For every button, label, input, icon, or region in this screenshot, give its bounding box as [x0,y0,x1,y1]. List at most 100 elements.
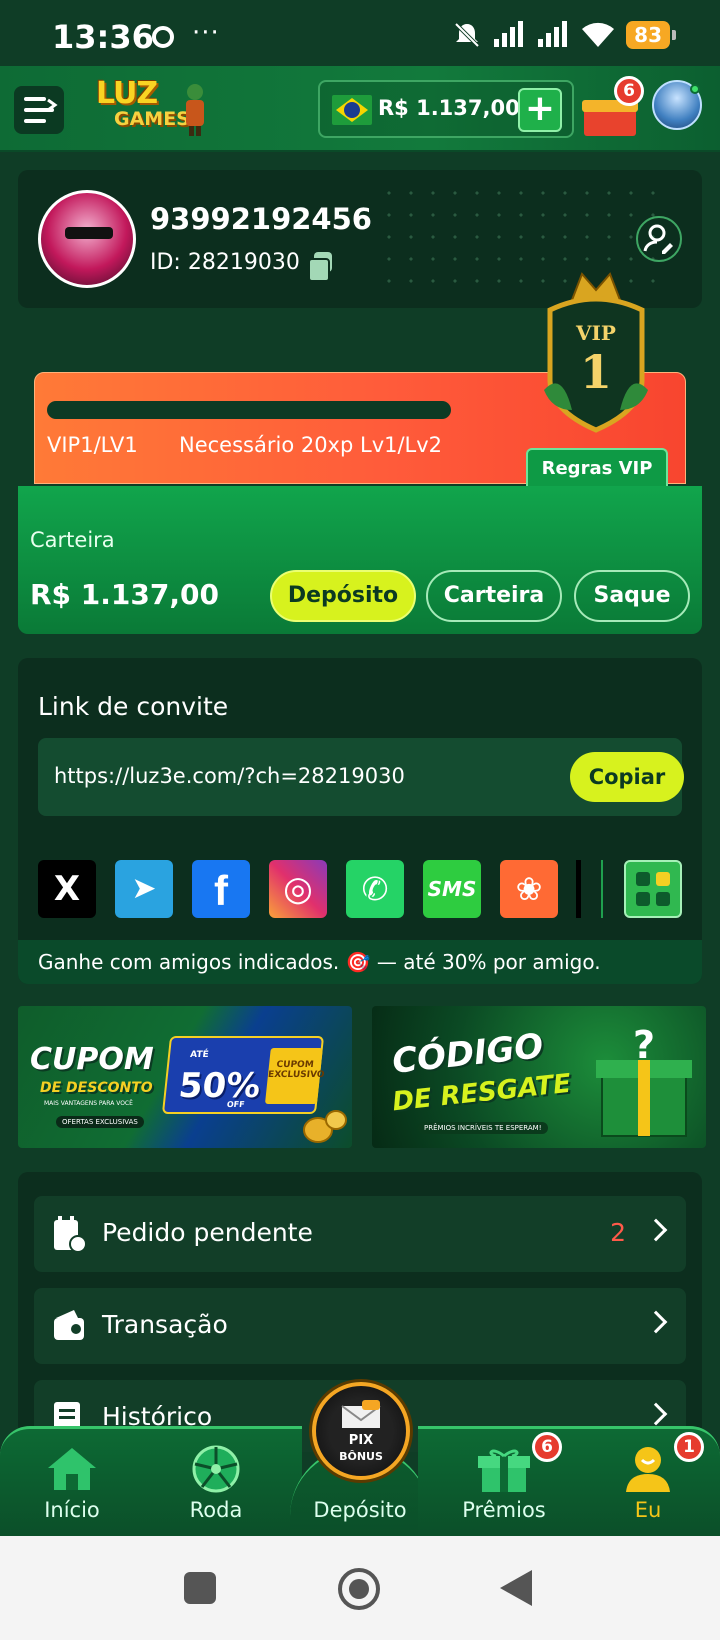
share-row: X ➤ f ◎ ✆ SMS ❀ [38,860,682,918]
coupon-banner[interactable]: CUPOM DE DESCONTO MAIS VANTAGENS PARA VO… [18,1006,352,1148]
chevron-right-icon [644,1218,668,1242]
deposit-button[interactable]: Depósito [270,570,416,622]
copy-link-button[interactable]: Copiar [570,752,684,802]
wifi-icon [582,22,615,47]
vip-progress-bar [47,401,451,419]
profile-username: 93992192456 [150,202,372,236]
coupon-banner-title: CUPOM [30,1042,154,1077]
pending-order-icon [54,1216,86,1252]
hamburger-icon [24,97,58,123]
add-funds-button[interactable]: + [518,88,562,132]
me-badge: 1 [674,1432,704,1462]
coupon-banner-offers: OFERTAS EXCLUSIVAS [56,1116,144,1128]
whatsapp-share-icon[interactable]: ✆ [346,860,404,918]
instagram-share-icon[interactable]: ◎ [269,860,327,918]
profile-avatar[interactable] [38,190,136,288]
back-button[interactable] [500,1570,532,1606]
logo-character-icon [186,84,204,136]
home-button[interactable] [338,1568,380,1610]
envelope-icon [341,1400,381,1428]
nav-me-label: Eu [634,1498,662,1522]
copy-id-icon[interactable] [308,252,334,282]
invite-section: Link de convite https://luz3e.com/?ch=28… [18,658,702,984]
app-header: LUZ GAMES R$ 1.137,00 + [0,66,720,152]
svg-text:?: ? [633,1024,655,1067]
menu-label-transactions: Transação [102,1310,228,1339]
telegram-share-icon[interactable]: ➤ [115,860,173,918]
system-navigation-bar [0,1536,720,1640]
brazil-flag-icon [332,95,372,125]
share-divider [601,860,603,918]
header-balance-amount: R$ 1.137,00 [378,96,520,120]
more-share-icon[interactable] [624,860,682,918]
kwai-share-icon[interactable]: ❀ [500,860,558,918]
pending-count: 2 [610,1218,626,1247]
wallet-button[interactable]: Carteira [426,570,562,622]
invite-footer: Ganhe com amigos indicados. 🎯 — até 30% … [18,940,702,984]
user-edit-icon [643,224,673,254]
profile-id: ID: 28219030 [150,250,300,275]
coupon-ate-label: ATÉ [189,1050,210,1060]
coupon-percent: 50% [176,1066,263,1106]
nav-prizes-label: Prêmios [462,1498,546,1522]
nav-wheel-label: Roda [189,1498,243,1522]
coupon-exclusive-label: CUPOM EXCLUSIVO [264,1048,325,1104]
wallet-label: Carteira [30,528,115,552]
menu-item-transactions[interactable]: Transação [34,1288,686,1364]
pix-bonus-button[interactable]: PIX BÔNUS [312,1382,410,1480]
logo-text-games: GAMES [114,108,190,130]
invite-url[interactable]: https://luz3e.com/?ch=28219030 [54,764,405,788]
invite-title: Link de convite [38,692,229,721]
chevron-right-icon [644,1402,668,1426]
header-balance[interactable]: R$ 1.137,00 + [318,80,574,138]
vip-badge-number: 1 [580,345,612,399]
vip-requirement-label: Necessário 20xp Lv1/Lv2 [179,433,443,457]
facebook-share-icon[interactable]: f [192,860,250,918]
coupon-banner-small: MAIS VANTAGENS PARA VOCÊ [44,1100,133,1107]
chrome-icon [152,26,174,48]
status-time: 13:36 [52,18,154,56]
status-icons: 83 [452,20,676,50]
chevron-right-icon [644,1310,668,1334]
menu-label-pending: Pedido pendente [102,1218,313,1247]
wallet-icon [54,1310,84,1340]
luz-games-logo[interactable]: LUZ GAMES [92,76,212,142]
withdraw-button[interactable]: Saque [574,570,690,622]
logo-text-luz: LUZ [96,76,158,111]
nav-wheel[interactable]: Roda [156,1426,276,1536]
coupon-off-label: OFF [226,1100,246,1109]
gift-box-icon: ? [596,1024,692,1137]
battery-indicator: 83 [626,21,676,49]
wallet-card: Carteira R$ 1.137,00 Depósito Carteira S… [18,486,702,634]
invite-footer-text: Ganhe com amigos indicados. 🎯 — até 30% … [38,950,601,974]
chest-body [584,108,636,136]
menu-button[interactable] [14,86,64,134]
menu-item-pending-orders[interactable]: Pedido pendente 2 [34,1196,686,1272]
share-more-partial-icon[interactable] [576,860,581,918]
prizes-badge: 6 [532,1432,562,1462]
edit-profile-button[interactable] [636,216,682,262]
recent-apps-button[interactable] [184,1572,216,1604]
vip-level-label: VIP1/LV1 [47,433,138,457]
wallet-amount: R$ 1.137,00 [30,578,219,611]
nav-home-label: Início [44,1498,100,1522]
redeem-banner-small: PRÊMIOS INCRÍVEIS TE ESPERAM! [418,1122,548,1134]
status-bar: 13:36 ··· 83 [0,0,720,66]
x-share-icon[interactable]: X [38,860,96,918]
pix-bonus-label-line2: BÔNUS [339,1450,383,1463]
gift-icon [478,1449,530,1492]
vip-rules-button[interactable]: Regras VIP [526,448,668,488]
user-icon [626,1447,670,1492]
coupon-ticket: ATÉ 50% OFF CUPOM EXCLUSIVO [161,1036,325,1114]
coupon-banner-subtitle: DE DESCONTO [40,1080,153,1096]
nav-deposit-label: Depósito [313,1498,407,1522]
sms-share-icon[interactable]: SMS [423,860,481,918]
coins-icon [303,1110,347,1143]
signal-icon [494,21,524,47]
signal-icon-2 [538,21,568,47]
vip-badge-title: VIP [575,321,616,345]
more-notifications-icon: ··· [192,18,220,48]
nav-home[interactable]: Início [12,1426,132,1536]
redeem-code-banner[interactable]: CÓDIGO DE RESGATE PRÊMIOS INCRÍVEIS TE E… [372,1006,706,1148]
wheel-icon [192,1445,240,1493]
